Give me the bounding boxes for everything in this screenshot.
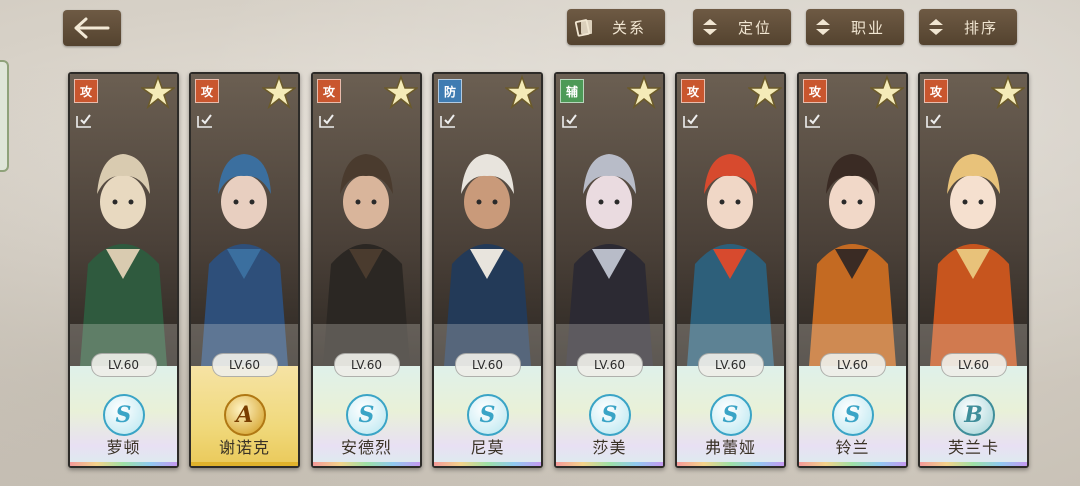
role-badge: 攻 <box>74 79 98 103</box>
rank-s-icon: S <box>588 394 631 436</box>
card-info-panel: LV.60 S 莎美 <box>556 353 663 466</box>
star-icon <box>139 74 177 110</box>
level-label: LV.60 <box>819 353 886 377</box>
card-bottom-stripe <box>434 462 541 466</box>
checkmark-icon <box>195 110 215 130</box>
character-name: 弗蕾娅 <box>704 438 756 457</box>
side-drawer-tab[interactable] <box>0 60 9 172</box>
relation-button[interactable]: 关系 <box>567 9 665 45</box>
rank-s-icon: S <box>466 394 509 436</box>
relation-label: 关系 <box>611 18 646 37</box>
checkmark-icon <box>803 110 823 130</box>
rank-b-icon: B <box>952 394 995 436</box>
card-info-panel: LV.60 S 安德烈 <box>313 353 420 466</box>
character-card[interactable]: 辅 LV.60 S 莎美 <box>554 72 665 468</box>
checkmark-icon <box>317 110 337 130</box>
character-card[interactable]: 防 LV.60 S 尼莫 <box>432 72 543 468</box>
role-badge: 防 <box>438 79 462 103</box>
arrow-left-icon <box>74 17 110 39</box>
star-icon <box>260 74 298 110</box>
card-stack-icon <box>567 16 601 38</box>
role-badge: 攻 <box>803 79 827 103</box>
card-info-panel: LV.60 S 尼莫 <box>434 353 541 466</box>
character-name: 莎美 <box>592 438 627 457</box>
sort-button[interactable]: 排序 <box>919 9 1017 45</box>
role-badge: 攻 <box>924 79 948 103</box>
checkmark-icon <box>924 110 944 130</box>
level-label: LV.60 <box>90 353 157 377</box>
level-label: LV.60 <box>940 353 1007 377</box>
card-info-panel: LV.60 S 铃兰 <box>799 353 906 466</box>
character-name: 芙兰卡 <box>947 438 999 457</box>
card-bottom-stripe <box>313 462 420 466</box>
level-label: LV.60 <box>697 353 764 377</box>
character-name: 萝顿 <box>106 438 141 457</box>
up-down-sort-icon <box>919 17 953 37</box>
rank-s-icon: S <box>831 394 874 436</box>
sort-label: 排序 <box>963 18 998 37</box>
star-icon <box>868 74 906 110</box>
checkmark-icon <box>681 110 701 130</box>
role-badge: 攻 <box>195 79 219 103</box>
character-name: 铃兰 <box>835 438 870 457</box>
card-info-panel: LV.60 A 谢诺克 <box>191 353 298 466</box>
star-icon <box>503 74 541 110</box>
character-card[interactable]: 攻 LV.60 B 芙兰卡 <box>918 72 1029 468</box>
card-info-panel: LV.60 S 弗蕾娅 <box>677 353 784 466</box>
character-card[interactable]: 攻 LV.60 S 铃兰 <box>797 72 908 468</box>
card-info-panel: LV.60 S 萝顿 <box>70 353 177 466</box>
position-label: 定位 <box>737 18 772 37</box>
level-label: LV.60 <box>454 353 521 377</box>
position-filter-button[interactable]: 定位 <box>693 9 791 45</box>
role-badge: 辅 <box>560 79 584 103</box>
card-bottom-stripe <box>191 462 298 466</box>
checkmark-icon <box>560 110 580 130</box>
rank-s-icon: S <box>709 394 752 436</box>
role-badge: 攻 <box>681 79 705 103</box>
card-info-panel: LV.60 B 芙兰卡 <box>920 353 1027 466</box>
checkmark-icon <box>74 110 94 130</box>
job-label: 职业 <box>850 18 885 37</box>
character-name: 尼莫 <box>470 438 505 457</box>
character-name: 安德烈 <box>340 438 392 457</box>
job-filter-button[interactable]: 职业 <box>806 9 904 45</box>
star-icon <box>989 74 1027 110</box>
character-card[interactable]: 攻 LV.60 S 萝顿 <box>68 72 179 468</box>
role-badge: 攻 <box>317 79 341 103</box>
character-card[interactable]: 攻 LV.60 A 谢诺克 <box>189 72 300 468</box>
up-down-sort-icon <box>693 17 727 37</box>
star-icon <box>746 74 784 110</box>
star-icon <box>625 74 663 110</box>
level-label: LV.60 <box>576 353 643 377</box>
card-bottom-stripe <box>920 462 1027 466</box>
character-card[interactable]: 攻 LV.60 S 安德烈 <box>311 72 422 468</box>
level-label: LV.60 <box>211 353 278 377</box>
rank-s-icon: S <box>102 394 145 436</box>
card-bottom-stripe <box>556 462 663 466</box>
character-card[interactable]: 攻 LV.60 S 弗蕾娅 <box>675 72 786 468</box>
back-button[interactable] <box>63 10 121 46</box>
star-icon <box>382 74 420 110</box>
card-bottom-stripe <box>70 462 177 466</box>
character-name: 谢诺克 <box>218 438 270 457</box>
rank-a-icon: A <box>223 394 266 436</box>
up-down-sort-icon <box>806 17 840 37</box>
card-bottom-stripe <box>677 462 784 466</box>
card-bottom-stripe <box>799 462 906 466</box>
rank-s-icon: S <box>345 394 388 436</box>
checkmark-icon <box>438 110 458 130</box>
level-label: LV.60 <box>333 353 400 377</box>
